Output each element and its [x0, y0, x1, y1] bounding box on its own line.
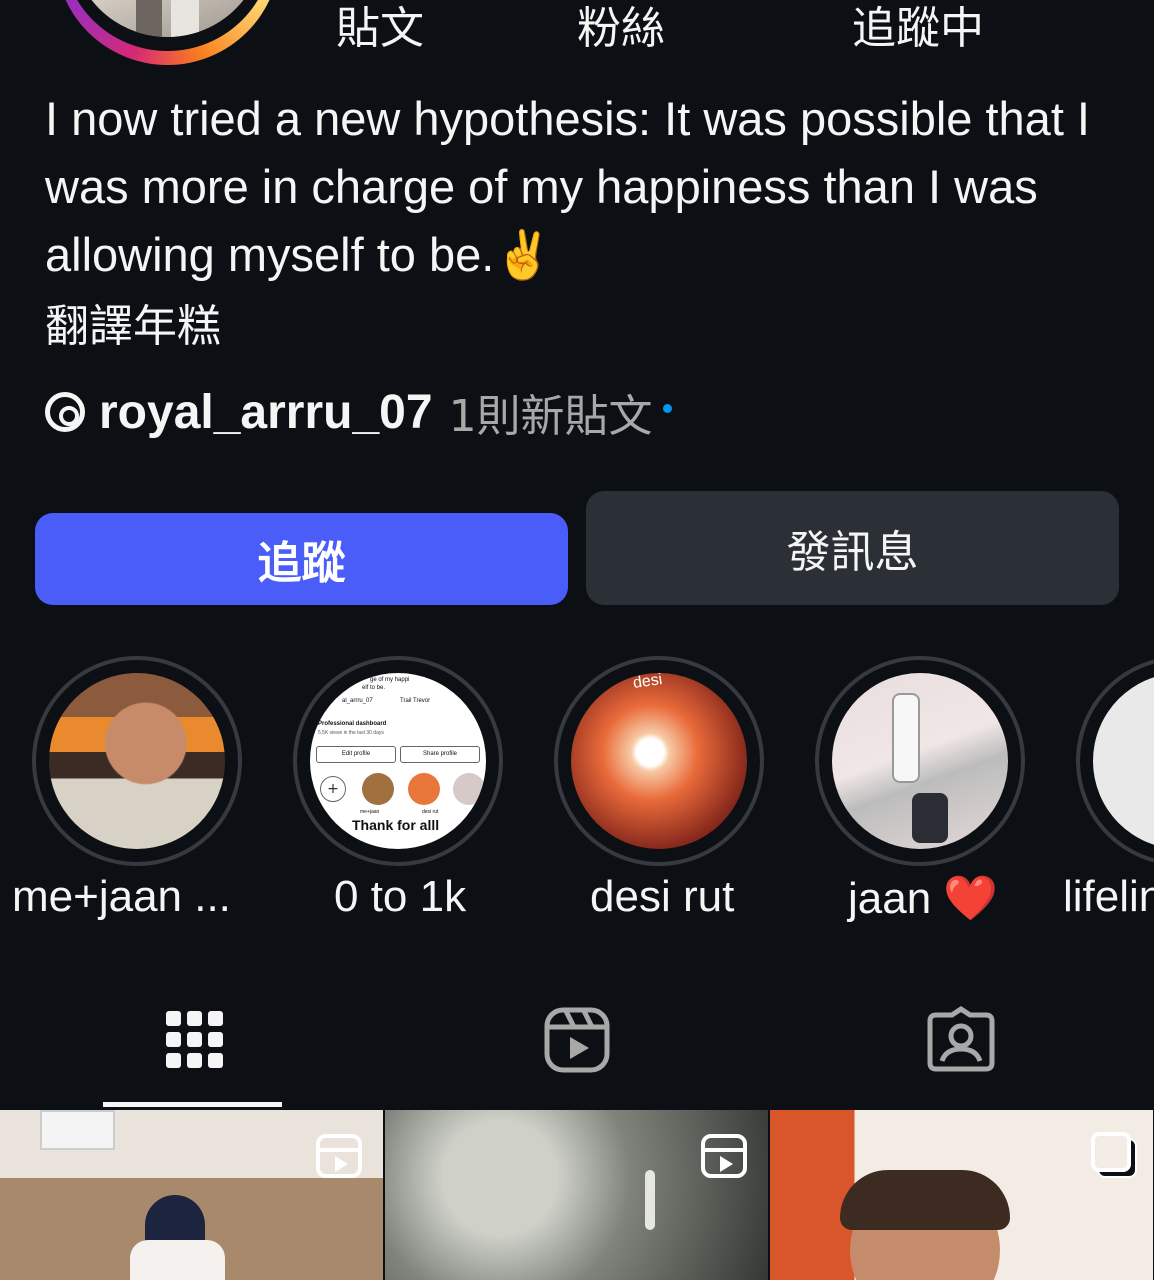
add-highlight-icon: +	[320, 776, 346, 802]
highlight-label: lifelin	[1063, 872, 1154, 921]
threads-icon	[45, 392, 85, 432]
active-tab-indicator	[103, 1102, 282, 1107]
highlight-item[interactable]: desi	[554, 656, 764, 866]
follow-button[interactable]: 追蹤	[35, 513, 568, 605]
followers-stat-label[interactable]: 粉絲	[577, 0, 665, 56]
post-thumbnail[interactable]	[770, 1110, 1153, 1280]
post-thumbnail[interactable]	[0, 1110, 383, 1280]
translate-link[interactable]: 翻譯年糕	[45, 293, 1125, 361]
profile-bio: I now tried a new hypothesis: It was pos…	[45, 85, 1125, 361]
message-button[interactable]: 發訊息	[586, 491, 1119, 605]
new-post-dot	[662, 403, 672, 413]
threads-username: royal_arrru_07	[99, 385, 433, 439]
highlight-item[interactable]	[1076, 656, 1154, 866]
carousel-icon	[1091, 1132, 1131, 1172]
reel-icon	[316, 1134, 362, 1178]
reels-icon	[544, 1007, 610, 1073]
posts-stat-label[interactable]: 貼文	[336, 0, 424, 56]
highlight-cover: desi	[571, 673, 747, 849]
highlight-item[interactable]	[815, 656, 1025, 866]
threads-link[interactable]: royal_arrru_07 1則新貼文	[45, 382, 672, 442]
highlight-label: 0 to 1k	[334, 872, 467, 921]
highlight-cover: ge of my happi elf to be. al_arrru_07 Tr…	[310, 673, 486, 849]
highlight-label: jaan ❤️	[848, 874, 999, 923]
highlight-cover	[49, 673, 225, 849]
reel-icon	[701, 1134, 747, 1178]
profile-page: 貼文 粉絲 追蹤中 I now tried a new hypothesis: …	[0, 0, 1154, 1280]
threads-new-posts: 1則新貼文	[448, 391, 653, 442]
profile-avatar[interactable]	[55, 0, 280, 65]
highlight-label: me+jaan ...	[12, 872, 231, 921]
bio-text: I now tried a new hypothesis: It was pos…	[45, 92, 1090, 281]
highlight-item[interactable]: ge of my happi elf to be. al_arrru_07 Tr…	[293, 656, 503, 866]
tagged-tab[interactable]	[926, 1005, 996, 1080]
tagged-icon	[927, 1005, 995, 1072]
highlight-label: desi rut	[590, 872, 735, 921]
grid-icon	[166, 1011, 223, 1068]
highlight-item[interactable]	[32, 656, 242, 866]
post-thumbnail[interactable]	[385, 1110, 768, 1280]
following-stat-label[interactable]: 追蹤中	[852, 0, 984, 56]
highlight-cover	[832, 673, 1008, 849]
grid-tab[interactable]	[160, 1005, 230, 1080]
reels-tab[interactable]	[542, 1005, 612, 1080]
